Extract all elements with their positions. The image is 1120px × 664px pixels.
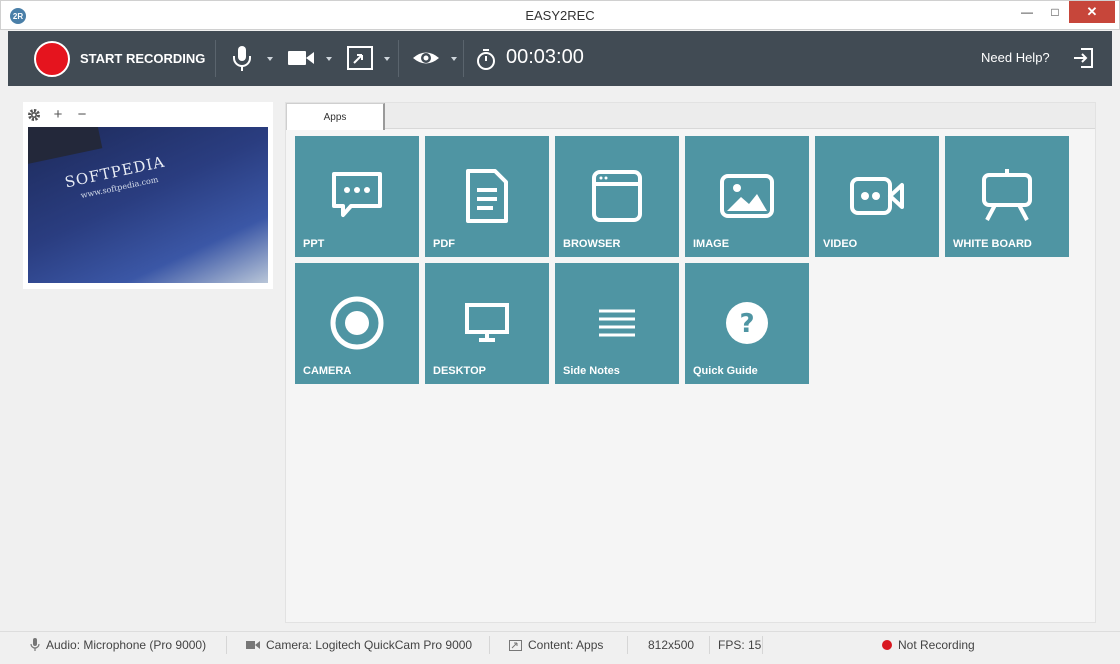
tile-label: Quick Guide <box>693 365 758 377</box>
status-content-text: Content: Apps <box>528 638 604 652</box>
gear-icon[interactable] <box>27 108 41 122</box>
video-camera-icon[interactable] <box>286 43 316 73</box>
status-audio: Audio: Microphone (Pro 9000) <box>30 632 206 658</box>
tile-pdf[interactable]: PDF <box>425 136 549 257</box>
window-title: EASY2REC <box>525 8 595 23</box>
status-resolution: 812x500 <box>648 632 694 658</box>
tab-apps[interactable]: Apps <box>286 103 385 130</box>
tile-label: Side Notes <box>563 365 620 377</box>
webcam-panel: + − SOFTPEDIA www.softpedia.com <box>23 102 273 289</box>
stopwatch-icon <box>477 49 495 70</box>
microphone-icon[interactable] <box>227 43 257 73</box>
toolbar-divider <box>463 40 464 77</box>
camera-record-icon <box>330 296 384 350</box>
screen-region-icon[interactable] <box>345 43 375 73</box>
tile-label: CAMERA <box>303 365 352 377</box>
status-camera-text: Camera: Logitech QuickCam Pro 9000 <box>266 638 473 652</box>
camera-dropdown-icon[interactable] <box>326 57 332 61</box>
status-divider <box>627 636 628 654</box>
monitor-icon <box>465 303 509 342</box>
tile-image[interactable]: IMAGE <box>685 136 809 257</box>
start-recording-label[interactable]: START RECORDING <box>80 51 205 66</box>
tile-quick-guide[interactable]: ? Quick Guide <box>685 263 809 384</box>
region-dropdown-icon[interactable] <box>384 57 390 61</box>
tile-label: PDF <box>433 238 455 250</box>
question-icon: ? <box>726 302 768 344</box>
status-divider <box>489 636 490 654</box>
status-divider <box>709 636 710 654</box>
record-button[interactable] <box>34 41 70 77</box>
tile-label: BROWSER <box>563 238 621 250</box>
video-icon <box>850 177 904 215</box>
svg-text:?: ? <box>739 309 754 339</box>
video-camera-icon <box>246 641 260 649</box>
tile-label: DESKTOP <box>433 365 486 377</box>
image-icon <box>720 174 774 218</box>
apps-panel: Apps PPT PDF BROWSER IMAGE VIDEO WHITE B… <box>285 102 1096 623</box>
tile-video[interactable]: VIDEO <box>815 136 939 257</box>
zoom-out-button[interactable]: − <box>75 107 89 122</box>
status-content: Content: Apps <box>509 632 603 658</box>
tile-label: VIDEO <box>823 238 858 250</box>
browser-window-icon <box>592 170 642 222</box>
title-bar: 2R EASY2REC — □ ✕ <box>0 0 1120 30</box>
microphone-icon <box>30 638 40 651</box>
minimize-button[interactable]: — <box>1013 1 1041 23</box>
tabs-bar: Apps <box>286 103 1095 130</box>
microphone-dropdown-icon[interactable] <box>267 57 273 61</box>
tile-label: WHITE BOARD <box>953 238 1032 250</box>
main-toolbar: START RECORDING 00:03:00 Need Help? <box>8 31 1112 86</box>
tile-side-notes[interactable]: Side Notes <box>555 263 679 384</box>
exit-icon[interactable] <box>1071 46 1095 70</box>
tile-browser[interactable]: BROWSER <box>555 136 679 257</box>
status-fps: FPS: 15 <box>718 632 761 658</box>
screen-region-icon <box>509 639 522 651</box>
status-recording-text: Not Recording <box>898 638 975 652</box>
status-resolution-text: 812x500 <box>648 638 695 652</box>
status-divider <box>762 636 763 654</box>
presentation-chat-icon <box>332 172 382 217</box>
status-audio-text: Audio: Microphone (Pro 9000) <box>46 638 207 652</box>
recording-timer: 00:03:00 <box>506 46 584 68</box>
status-divider <box>226 636 227 654</box>
status-recording: Not Recording <box>882 632 975 658</box>
status-bar: Audio: Microphone (Pro 9000) Camera: Log… <box>0 631 1120 664</box>
tile-white-board[interactable]: WHITE BOARD <box>945 136 1069 257</box>
eye-icon[interactable] <box>411 43 441 73</box>
toolbar-divider <box>215 40 216 77</box>
tile-ppt[interactable]: PPT <box>295 136 419 257</box>
zoom-in-button[interactable]: + <box>51 107 65 122</box>
preview-shadow <box>28 127 103 165</box>
toolbar-divider <box>398 40 399 77</box>
document-icon <box>466 169 508 223</box>
tile-desktop[interactable]: DESKTOP <box>425 263 549 384</box>
maximize-button[interactable]: □ <box>1041 1 1069 23</box>
easel-icon <box>982 169 1032 221</box>
webcam-preview: SOFTPEDIA www.softpedia.com <box>28 127 268 283</box>
lines-icon <box>599 309 635 337</box>
status-camera: Camera: Logitech QuickCam Pro 9000 <box>246 632 472 658</box>
close-button[interactable]: ✕ <box>1069 1 1115 23</box>
status-fps-text: FPS: 15 <box>718 638 762 652</box>
recording-status-dot <box>882 640 892 650</box>
tile-camera[interactable]: CAMERA <box>295 263 419 384</box>
preview-dropdown-icon[interactable] <box>451 57 457 61</box>
tile-label: IMAGE <box>693 238 730 250</box>
webcam-tools: + − <box>27 106 89 124</box>
need-help-link[interactable]: Need Help? <box>981 50 1050 65</box>
tile-label: PPT <box>303 238 325 250</box>
